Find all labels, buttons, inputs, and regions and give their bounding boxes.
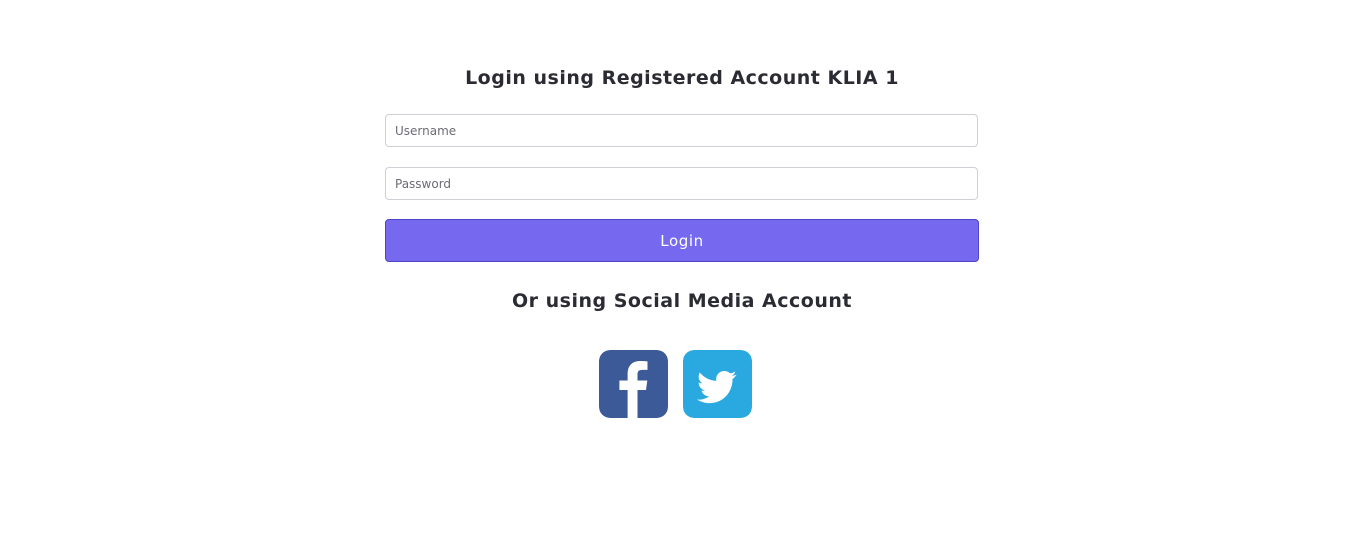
username-input[interactable] (385, 114, 978, 147)
twitter-icon (683, 350, 752, 418)
password-input[interactable] (385, 167, 978, 200)
facebook-login-button[interactable] (599, 350, 668, 418)
facebook-icon (599, 350, 668, 418)
login-title: Login using Registered Account KLIA 1 (465, 67, 899, 89)
login-button[interactable]: Login (385, 219, 979, 262)
twitter-login-button[interactable] (683, 350, 752, 418)
login-page: Login using Registered Account KLIA 1 Lo… (0, 0, 1363, 554)
social-login-title: Or using Social Media Account (512, 290, 852, 312)
